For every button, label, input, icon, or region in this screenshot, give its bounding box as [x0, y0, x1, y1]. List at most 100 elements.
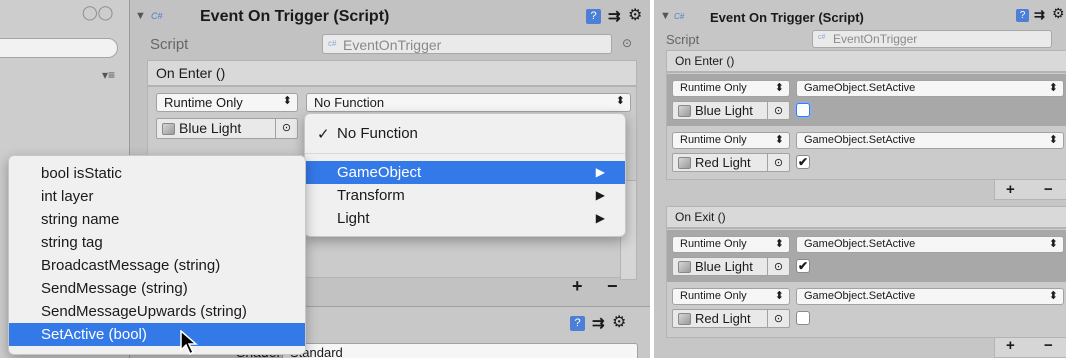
search-field[interactable] — [0, 38, 118, 58]
gameobject-submenu: bool isStatic int layer string name stri… — [8, 155, 306, 355]
submenu-item[interactable]: string name — [9, 208, 305, 231]
gameobject-cube-icon — [678, 313, 691, 325]
object-field-value: Blue Light — [179, 120, 242, 136]
submenu-item[interactable]: SendMessageUpwards (string) — [9, 300, 305, 323]
script-file-icon: c# — [328, 39, 337, 48]
script-field: c# EventOnTrigger — [322, 34, 612, 54]
bool-checkbox[interactable]: ✔ — [796, 259, 810, 273]
submenu-item[interactable]: BroadcastMessage (string) — [9, 254, 305, 277]
submenu-item-setactive[interactable]: SetActive (bool) — [9, 323, 305, 346]
mouse-cursor-icon — [180, 330, 198, 356]
on-enter-event-header: On Enter () — [147, 60, 637, 86]
object-picker-icon[interactable]: ⊙ — [767, 310, 789, 327]
list-remove-button[interactable]: − — [607, 276, 618, 297]
shader-dropdown[interactable]: Standard — [282, 343, 638, 358]
object-field[interactable]: Blue Light ⊙ — [672, 257, 790, 276]
function-menu: ✓ No Function GameObject ▶ Transform ▶ L… — [304, 113, 626, 237]
gameobject-cube-icon — [678, 261, 691, 273]
on-enter-event-header: On Enter () — [666, 50, 1066, 72]
left-inspector-panel: ▾≡ ◯◯ ▼ C# Event On Trigger (Script) ? ⇉… — [0, 0, 650, 358]
right-inspector-panel: ▼ C# Event On Trigger (Script) ? ⇉ ⚙ Scr… — [654, 0, 1066, 358]
dropdown-arrow-icon: ⬍ — [774, 238, 784, 250]
list-add-button[interactable]: + — [572, 276, 583, 297]
gameobject-cube-icon — [162, 123, 175, 135]
script-picker-icon[interactable]: ⊙ — [622, 36, 632, 50]
preset-icon[interactable]: ⇉ — [608, 7, 621, 25]
script-label: Script — [150, 36, 189, 53]
object-picker-icon[interactable]: ⊙ — [767, 102, 789, 119]
check-icon: ✓ — [317, 126, 330, 143]
dropdown-arrow-icon: ⬍ — [1048, 238, 1058, 250]
help-icon[interactable]: ? — [586, 9, 601, 24]
list-menu-icon[interactable]: ▾≡ — [102, 68, 115, 82]
runtime-dropdown[interactable]: Runtime Only ⬍ — [672, 80, 790, 97]
script-field: c# EventOnTrigger — [812, 30, 1052, 48]
object-field[interactable]: Blue Light ⊙ — [672, 101, 790, 120]
settings-gear-icon[interactable]: ⚙ — [612, 312, 626, 332]
function-dropdown[interactable]: GameObject.SetActive ⬍ — [796, 236, 1064, 253]
submenu-item[interactable]: int layer — [9, 185, 305, 208]
object-field[interactable]: Blue Light ⊙ — [156, 118, 298, 139]
runtime-dropdown-value: Runtime Only — [164, 95, 243, 110]
menu-divider — [305, 153, 625, 154]
component-title: Event On Trigger (Script) — [200, 8, 390, 25]
list-add-button[interactable]: + — [1006, 337, 1015, 354]
runtime-dropdown[interactable]: Runtime Only ⬍ — [672, 132, 790, 149]
runtime-dropdown[interactable]: Runtime Only ⬍ — [672, 236, 790, 253]
menu-item-no-function[interactable]: ✓ No Function — [305, 122, 625, 145]
object-picker-icon[interactable]: ⊙ — [767, 258, 789, 275]
on-exit-event-header: On Exit () — [666, 206, 1066, 228]
script-field-value: EventOnTrigger — [343, 37, 442, 53]
dropdown-arrow-icon: ⬍ — [615, 95, 625, 107]
list-remove-button[interactable]: − — [1044, 181, 1053, 198]
function-dropdown[interactable]: GameObject.SetActive ⬍ — [796, 288, 1064, 305]
dropdown-arrow-icon: ⬍ — [1048, 134, 1058, 146]
settings-gear-icon[interactable]: ⚙ — [628, 5, 642, 25]
collapse-arrow-icon[interactable]: ▼ — [135, 10, 146, 22]
submenu-item[interactable]: SendMessage (string) — [9, 277, 305, 300]
list-remove-button[interactable]: − — [1044, 337, 1053, 354]
bool-checkbox[interactable] — [796, 103, 810, 117]
function-dropdown[interactable]: GameObject.SetActive ⬍ — [796, 80, 1064, 97]
bool-checkbox[interactable] — [796, 311, 810, 325]
script-label: Script — [666, 32, 700, 47]
dropdown-arrow-icon: ⬍ — [774, 134, 784, 146]
gameobject-cube-icon — [678, 157, 691, 169]
layers-icon: ◯◯ — [82, 4, 114, 20]
submenu-arrow-icon: ▶ — [595, 165, 605, 179]
function-dropdown[interactable]: GameObject.SetActive ⬍ — [796, 132, 1064, 149]
function-dropdown[interactable]: No Function ⬍ — [306, 93, 631, 112]
component-title: Event On Trigger (Script) — [710, 10, 864, 25]
help-icon[interactable]: ? — [570, 316, 585, 331]
runtime-dropdown[interactable]: Runtime Only ⬍ — [672, 288, 790, 305]
menu-item-transform[interactable]: Transform ▶ — [305, 184, 625, 207]
function-dropdown-value: No Function — [314, 95, 385, 110]
dropdown-arrow-icon: ⬍ — [282, 95, 292, 107]
help-icon[interactable]: ? — [1016, 9, 1029, 22]
on-enter-label: On Enter () — [156, 65, 226, 81]
dropdown-arrow-icon: ⬍ — [774, 290, 784, 302]
submenu-item[interactable]: bool isStatic — [9, 162, 305, 185]
submenu-arrow-icon: ▶ — [595, 211, 605, 225]
gameobject-cube-icon — [678, 105, 691, 117]
menu-item-light[interactable]: Light ▶ — [305, 207, 625, 230]
list-add-button[interactable]: + — [1006, 181, 1015, 198]
runtime-dropdown[interactable]: Runtime Only ⬍ — [156, 93, 298, 112]
collapse-arrow-icon[interactable]: ▼ — [660, 10, 671, 22]
object-picker-icon[interactable]: ⊙ — [275, 119, 297, 138]
preset-icon[interactable]: ⇉ — [592, 314, 605, 332]
menu-item-gameobject[interactable]: GameObject ▶ — [305, 161, 625, 184]
bool-checkbox[interactable]: ✔ — [796, 155, 810, 169]
submenu-item[interactable]: string tag — [9, 231, 305, 254]
object-picker-icon[interactable]: ⊙ — [767, 154, 789, 171]
dropdown-arrow-icon: ⬍ — [1048, 290, 1058, 302]
preset-icon[interactable]: ⇉ — [1034, 7, 1045, 23]
on-exit-list-footer — [994, 338, 1066, 358]
settings-gear-icon[interactable]: ⚙ — [1052, 5, 1065, 22]
dropdown-arrow-icon: ⬍ — [1048, 82, 1058, 94]
object-field[interactable]: Red Light ⊙ — [672, 153, 790, 172]
on-enter-list-footer — [994, 180, 1066, 200]
script-icon: C# — [674, 12, 685, 21]
object-field[interactable]: Red Light ⊙ — [672, 309, 790, 328]
submenu-arrow-icon: ▶ — [595, 188, 605, 202]
